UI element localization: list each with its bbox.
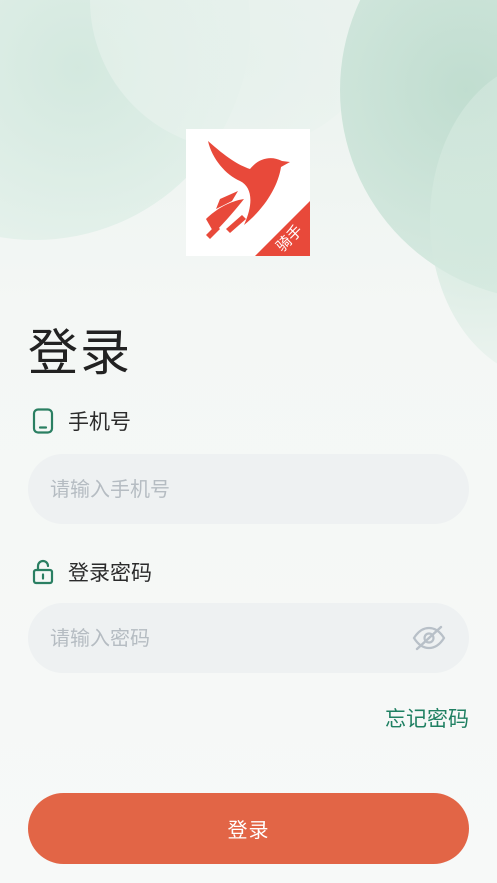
eye-off-icon — [412, 625, 446, 651]
password-input[interactable] — [50, 603, 410, 673]
login-button[interactable]: 登录 — [28, 793, 469, 864]
password-label-text: 登录密码 — [68, 561, 152, 585]
password-field-label: 登录密码 — [30, 557, 152, 587]
phone-field-label: 手机号 — [30, 406, 131, 436]
phone-input[interactable] — [50, 454, 410, 524]
unlock-icon — [30, 559, 56, 585]
page-title: 登录 — [28, 324, 132, 382]
app-logo: 骑手 — [186, 129, 310, 256]
forgot-password-link[interactable]: 忘记密码 — [385, 703, 469, 733]
bird-logo-icon: 骑手 — [206, 141, 310, 256]
password-input-container — [28, 603, 469, 673]
toggle-password-visibility-button[interactable] — [411, 623, 447, 653]
login-screen: 骑手 登录 手机号 登录密码 — [0, 0, 497, 883]
phone-input-container — [28, 454, 469, 524]
phone-label-text: 手机号 — [68, 410, 131, 434]
phone-icon — [30, 408, 56, 434]
